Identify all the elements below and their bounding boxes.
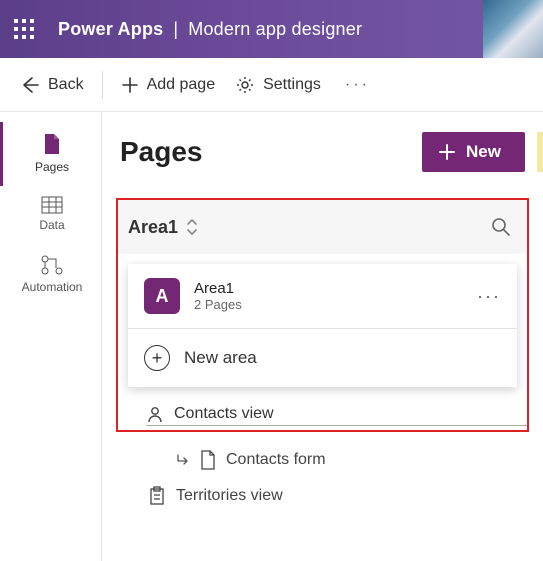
- search-icon[interactable]: [491, 217, 511, 237]
- page-title: Pages: [120, 136, 203, 168]
- back-button[interactable]: Back: [10, 69, 94, 101]
- document-icon: [200, 450, 216, 470]
- area-item-more[interactable]: ···: [477, 286, 501, 307]
- rail-item-automation[interactable]: Automation: [0, 244, 101, 306]
- flow-icon: [40, 254, 64, 276]
- page-icon: [42, 132, 62, 156]
- arrow-left-icon: [20, 75, 40, 95]
- new-button-label: New: [466, 142, 501, 162]
- toolbar: Back Add page Settings ···: [0, 58, 543, 112]
- chevron-updown-icon: [184, 217, 200, 237]
- settings-button[interactable]: Settings: [225, 69, 331, 101]
- yellow-strip: [537, 132, 543, 172]
- tree-label: Territories view: [176, 487, 283, 505]
- tree-item-contacts-form[interactable]: Contacts form: [148, 442, 525, 478]
- back-label: Back: [48, 76, 84, 94]
- more-button[interactable]: ···: [335, 70, 380, 100]
- tree-item-territories-view[interactable]: Territories view: [148, 478, 525, 514]
- rail-automation-label: Automation: [22, 280, 83, 294]
- rail-item-pages[interactable]: Pages: [0, 122, 101, 186]
- person-icon: [146, 405, 164, 423]
- tree-label: Contacts view: [174, 405, 274, 423]
- more-horizontal-icon: ···: [477, 286, 501, 306]
- area-selector[interactable]: Area1: [118, 200, 527, 254]
- header-background-image: [483, 0, 543, 58]
- area-name-label: Area1: [128, 217, 178, 238]
- area-tile: A: [144, 278, 180, 314]
- rail-data-label: Data: [39, 218, 64, 232]
- new-area-button[interactable]: + New area: [128, 329, 517, 387]
- gear-icon: [235, 75, 255, 95]
- add-page-button[interactable]: Add page: [111, 70, 226, 100]
- area-dropdown-item[interactable]: A Area1 2 Pages ···: [128, 264, 517, 328]
- table-icon: [41, 196, 63, 214]
- rail-pages-label: Pages: [35, 160, 69, 174]
- tree-label: Contacts form: [226, 451, 326, 469]
- new-area-label: New area: [184, 348, 257, 368]
- rail-item-data[interactable]: Data: [0, 186, 101, 244]
- subitem-icon: [176, 453, 190, 467]
- plus-circle-icon: +: [144, 345, 170, 371]
- add-page-label: Add page: [147, 76, 216, 94]
- highlight-box: Area1 A Area1 2 Pages ··: [116, 198, 529, 432]
- area-item-title: Area1: [194, 280, 242, 297]
- main-panel: Pages New Area1: [102, 112, 543, 561]
- app-header: Power Apps|Modern app designer: [0, 0, 543, 58]
- more-horizontal-icon: ···: [345, 76, 370, 94]
- area-dropdown: A Area1 2 Pages ··· + New area: [128, 264, 517, 387]
- left-rail: Pages Data Automation: [0, 112, 102, 561]
- new-button[interactable]: New: [422, 132, 525, 172]
- waffle-icon[interactable]: [14, 19, 34, 39]
- divider: [102, 71, 103, 99]
- tree-item-contacts-view[interactable]: Contacts view: [146, 397, 527, 426]
- area-item-subtitle: 2 Pages: [194, 297, 242, 312]
- settings-label: Settings: [263, 76, 321, 94]
- plus-icon: [438, 143, 456, 161]
- plus-icon: [121, 76, 139, 94]
- page-tree: Contacts view: [118, 393, 527, 426]
- app-title: Power Apps|Modern app designer: [58, 19, 362, 40]
- clipboard-icon: [148, 486, 166, 506]
- page-tree-continued: Contacts form Territories view: [120, 438, 525, 514]
